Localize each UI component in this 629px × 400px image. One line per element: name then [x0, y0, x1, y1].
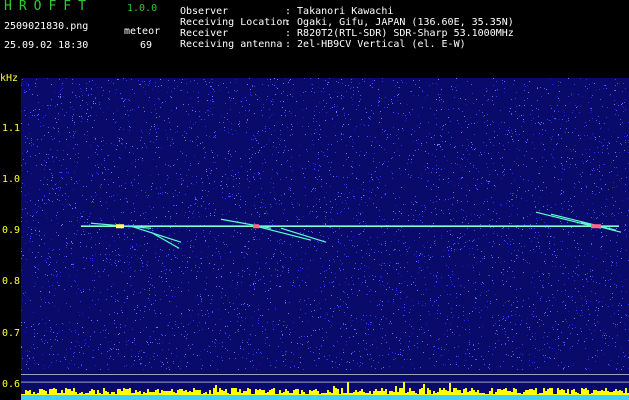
file-name: 2509021830.png — [4, 21, 89, 32]
receiver-label: Receiver — [180, 28, 229, 39]
receiver-value: : R820T2(RTL-SDR) SDR-Sharp 53.1000MHz — [285, 28, 514, 39]
meteor-head — [591, 224, 601, 229]
app-title: HROFFT — [4, 0, 93, 14]
app-version: 1.0.0 — [127, 3, 158, 14]
y-tick-label: 1.0 — [1, 174, 20, 186]
observer-value: : Takanori Kawachi — [285, 6, 394, 17]
y-tick-label: 0.9 — [1, 225, 20, 237]
meteor-label: meteor — [124, 26, 161, 37]
y-tick-label: 0.8 — [1, 276, 20, 288]
meteor-head — [253, 224, 259, 229]
meteor-head — [116, 224, 124, 229]
antenna-label: Receiving antenna — [180, 39, 283, 50]
timestamp: 25.09.02 18:30 — [4, 40, 89, 51]
spectrogram — [21, 78, 629, 400]
y-tick-label: 0.7 — [1, 327, 20, 339]
y-tick-label: 1.1 — [1, 123, 20, 135]
meteor-count: 69 — [140, 40, 153, 51]
observer-label: Observer — [180, 6, 229, 17]
y-axis-unit: kHz — [0, 73, 19, 84]
location-value: : Ogaki, Gifu, JAPAN (136.60E, 35.35N) — [285, 17, 514, 28]
y-tick-label: 0.6 — [1, 378, 20, 390]
antenna-value: : 2el-HB9CV Vertical (el. E-W) — [285, 39, 466, 50]
location-label: Receiving Location — [180, 17, 289, 28]
power-baseline — [21, 395, 629, 400]
